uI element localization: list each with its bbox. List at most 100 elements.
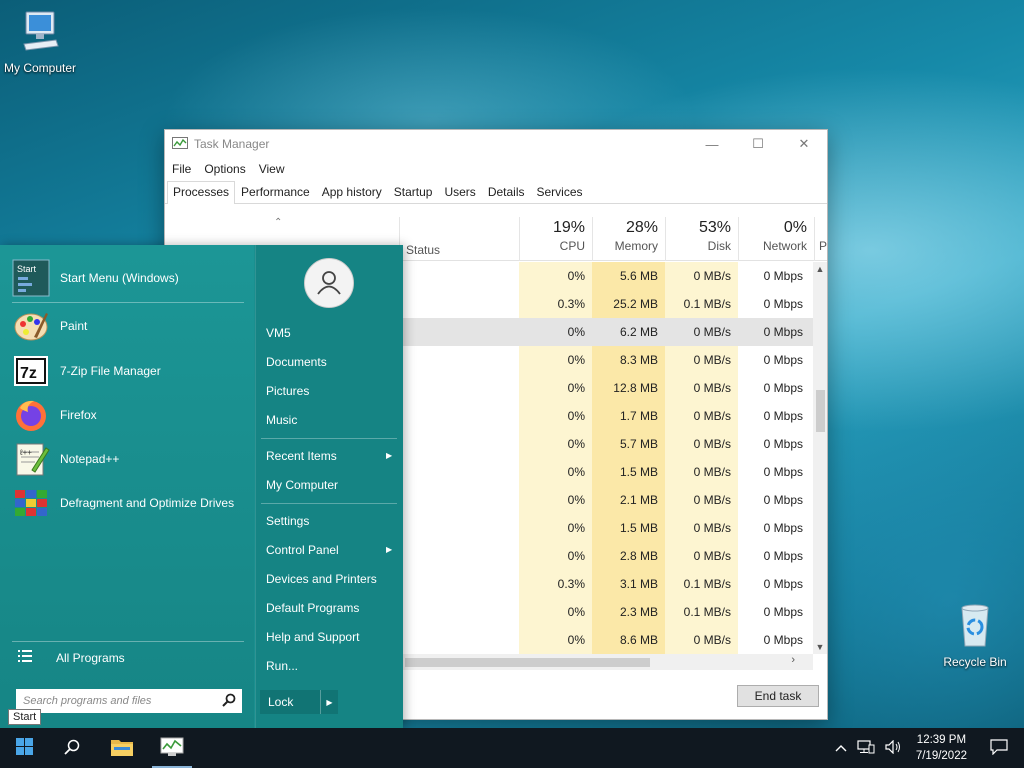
right-item-user[interactable]: VM5 [266, 326, 291, 340]
file-explorer-button[interactable] [98, 728, 146, 768]
network-cell: 0 Mbps [763, 381, 803, 395]
notifications-icon[interactable] [990, 738, 1008, 758]
task-manager-icon [172, 137, 188, 151]
memory-cell: 8.3 MB [592, 346, 665, 374]
cpu-cell: 0% [519, 346, 592, 374]
cpu-cell: 0% [519, 458, 592, 486]
search-input[interactable]: Search programs and files [16, 689, 242, 713]
menu-bar: File Options View [165, 158, 827, 180]
my-computer-desktop-icon[interactable]: My Computer [0, 10, 80, 75]
column-header-network[interactable]: 0% Network [738, 217, 814, 261]
sort-arrow-icon[interactable]: ⌃ [274, 217, 282, 228]
search-icon[interactable] [222, 693, 236, 710]
menu-file[interactable]: File [172, 162, 191, 176]
column-header-memory[interactable]: 28% Memory [592, 217, 665, 261]
tab-startup[interactable]: Startup [388, 181, 439, 203]
user-icon [316, 269, 342, 298]
search-button[interactable] [48, 728, 96, 768]
network-cell: 0 Mbps [763, 577, 803, 591]
right-item-my-computer[interactable]: My Computer [266, 478, 338, 492]
lock-options-arrow-icon[interactable]: ▶ [320, 690, 338, 714]
disk-cell: 0.1 MB/s [665, 570, 738, 598]
pinned-7zip[interactable]: 7z 7-Zip File Manager [12, 352, 161, 390]
pinned-paint[interactable]: Paint [12, 307, 87, 345]
pinned-firefox[interactable]: Firefox [12, 396, 97, 434]
vertical-scroll-thumb[interactable] [816, 390, 825, 432]
disk-cell: 0 MB/s [693, 325, 731, 339]
my-computer-label: My Computer [3, 61, 77, 75]
all-programs-button[interactable]: All Programs [18, 650, 125, 666]
cpu-cell: 0.3% [519, 570, 592, 598]
disk-cell: 0 MB/s [665, 626, 738, 654]
network-percent: 0% [783, 219, 807, 236]
end-task-button[interactable]: End task [737, 685, 819, 707]
start-menu: Start Start Menu (Windows) Paint 7z 7-Zi… [0, 245, 403, 728]
task-manager-icon [160, 737, 184, 760]
column-header-cpu[interactable]: 19% CPU [519, 217, 592, 261]
right-item-documents[interactable]: Documents [266, 355, 327, 369]
lock-button[interactable]: Lock ▶ [260, 690, 338, 714]
minimize-button[interactable]: — [689, 130, 735, 158]
right-item-default-programs[interactable]: Default Programs [266, 601, 359, 615]
search-placeholder: Search programs and files [23, 695, 152, 707]
network-cell: 0 Mbps [763, 493, 803, 507]
network-label: Network [762, 239, 807, 253]
recycle-bin-label: Recycle Bin [943, 655, 1007, 669]
start-menu-icon-text: Start [17, 264, 37, 274]
disk-label: Disk [707, 239, 731, 253]
network-cell: 0 Mbps [763, 269, 803, 283]
column-header-disk[interactable]: 53% Disk [665, 217, 738, 261]
menu-view[interactable]: View [259, 162, 285, 176]
scroll-up-icon[interactable]: ▲ [813, 264, 827, 274]
network-cell: 0 Mbps [763, 465, 803, 479]
disk-cell: 0.1 MB/s [665, 598, 738, 626]
right-item-devices-printers[interactable]: Devices and Printers [266, 572, 377, 586]
memory-cell: 1.7 MB [592, 402, 665, 430]
tab-app-history[interactable]: App history [316, 181, 388, 203]
scroll-right-icon[interactable]: › [791, 654, 795, 666]
pinned-notepadpp[interactable]: ℓ++ Notepad++ [12, 440, 119, 478]
tab-services[interactable]: Services [531, 181, 589, 203]
separator [261, 438, 397, 439]
speaker-icon[interactable] [885, 739, 903, 757]
recycle-bin-desktop-icon[interactable]: Recycle Bin [935, 602, 1015, 669]
tab-users[interactable]: Users [438, 181, 481, 203]
tab-processes[interactable]: Processes [167, 181, 236, 204]
vertical-scrollbar[interactable]: ▲ ▼ [813, 262, 827, 654]
cpu-cell: 0% [519, 486, 592, 514]
network-icon[interactable] [857, 739, 875, 757]
cpu-cell: 0% [519, 430, 592, 458]
pinned-label: Paint [60, 319, 88, 333]
memory-cell: 1.5 MB [592, 458, 665, 486]
tab-details[interactable]: Details [482, 181, 531, 203]
cpu-percent: 19% [552, 219, 585, 236]
cpu-cell: 0.3% [519, 290, 592, 318]
pinned-start-menu-windows[interactable]: Start Start Menu (Windows) [12, 259, 179, 297]
right-item-run[interactable]: Run... [266, 659, 298, 673]
clock[interactable]: 12:39 PM 7/19/2022 [916, 732, 967, 764]
right-item-help-support[interactable]: Help and Support [266, 630, 359, 644]
tab-performance[interactable]: Performance [235, 181, 316, 203]
power-label-cut: P [819, 239, 828, 253]
maximize-button[interactable]: ☐ [735, 130, 781, 158]
right-item-settings[interactable]: Settings [266, 514, 309, 528]
column-header-power-cut[interactable]: P [814, 217, 828, 261]
column-header-status[interactable]: Status [399, 217, 519, 261]
menu-options[interactable]: Options [204, 162, 245, 176]
right-item-pictures[interactable]: Pictures [266, 384, 309, 398]
scroll-down-icon[interactable]: ▼ [813, 642, 827, 652]
pinned-defrag[interactable]: Defragment and Optimize Drives [12, 484, 234, 522]
chevron-up-icon[interactable] [835, 741, 847, 755]
right-item-control-panel[interactable]: Control Panel ▶ [266, 543, 396, 557]
right-item-recent-items[interactable]: Recent Items ▶ [266, 449, 396, 463]
horizontal-scroll-thumb[interactable] [405, 658, 650, 667]
close-button[interactable]: ✕ [781, 130, 827, 158]
user-avatar[interactable] [304, 258, 354, 308]
firefox-icon [12, 396, 50, 434]
start-button[interactable] [0, 728, 48, 768]
network-cell: 0 Mbps [763, 633, 803, 647]
right-item-music[interactable]: Music [266, 413, 297, 427]
cpu-cell: 0% [519, 626, 592, 654]
task-manager-taskbar-button[interactable] [148, 728, 196, 768]
folder-icon [110, 737, 134, 760]
